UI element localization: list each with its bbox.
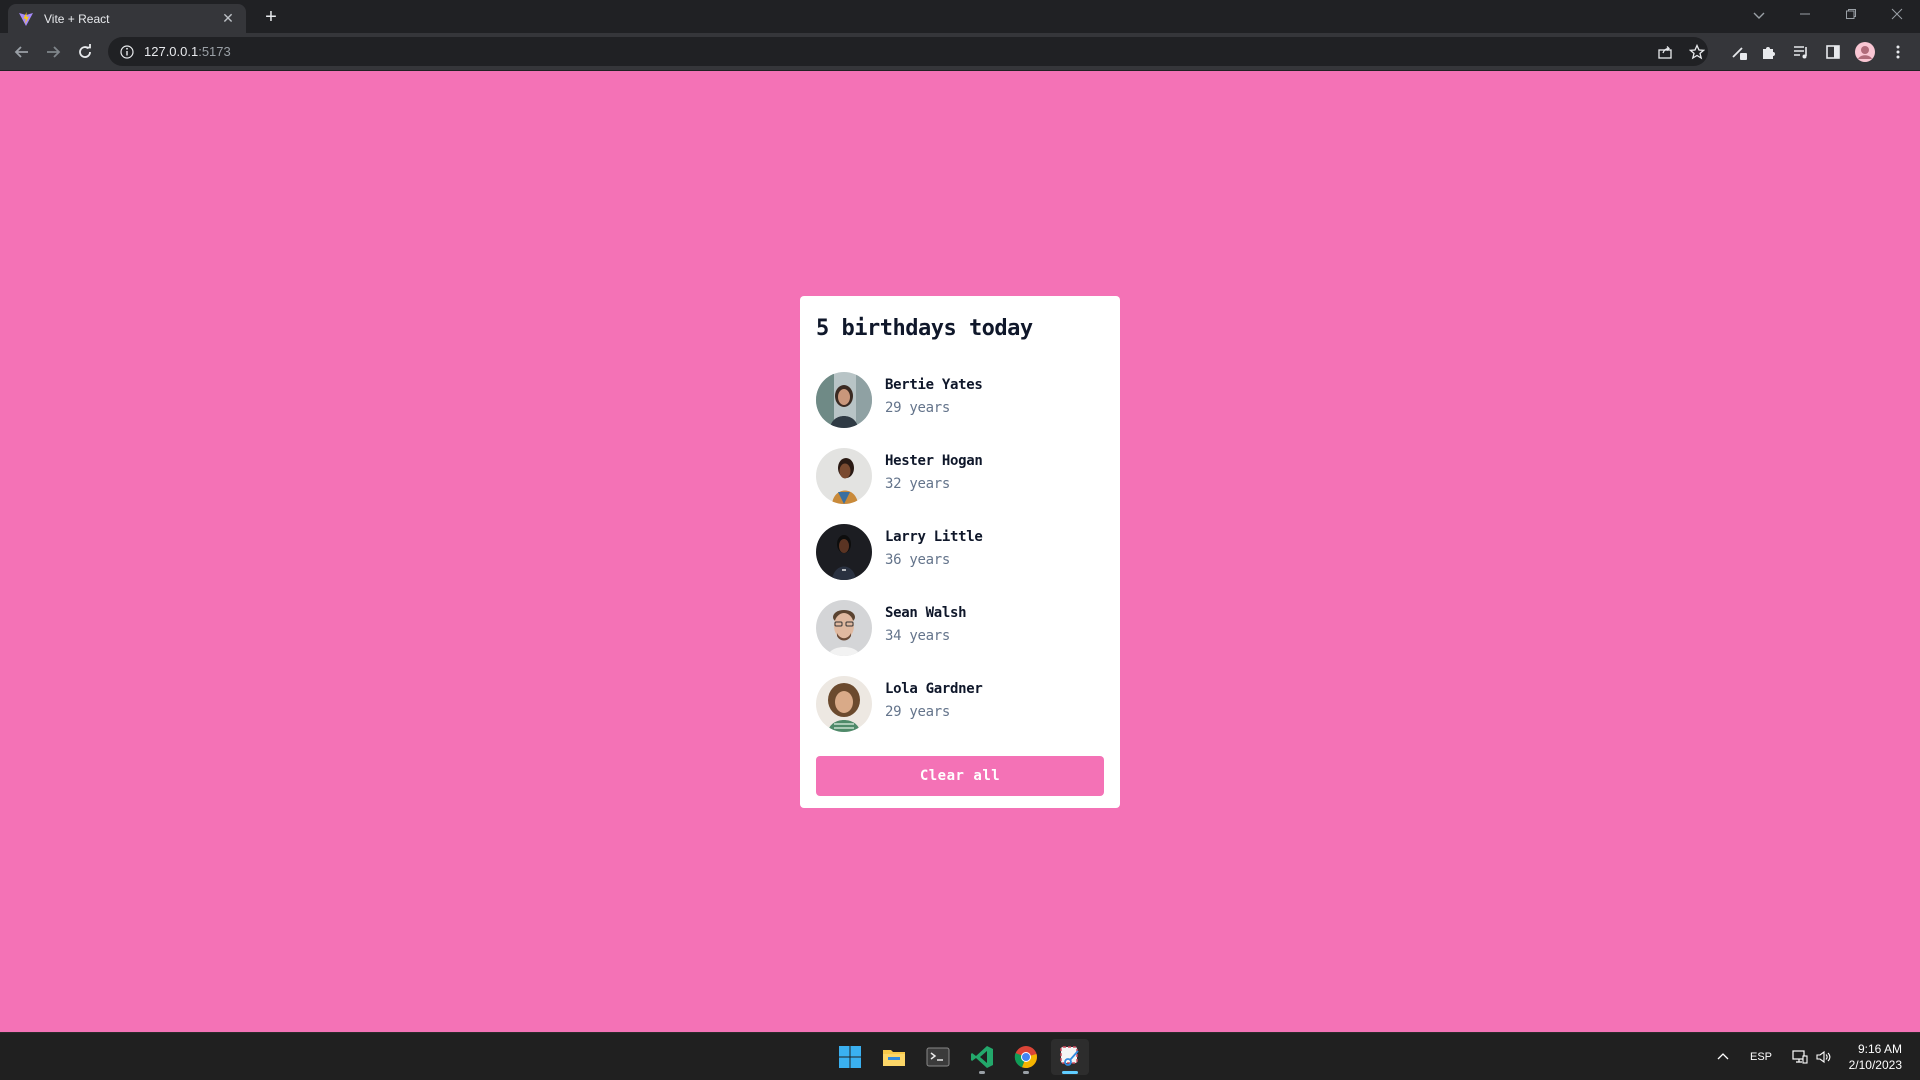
- tab-close-icon[interactable]: ✕: [220, 10, 236, 27]
- person-name: Lola Gardner: [885, 680, 983, 697]
- side-panel-button[interactable]: [1821, 40, 1845, 64]
- running-indicator: [1023, 1071, 1029, 1074]
- puzzle-icon: [1763, 47, 1775, 59]
- extension-button[interactable]: [1727, 40, 1751, 64]
- avatar: [816, 448, 872, 504]
- media-queue-icon: [1794, 46, 1807, 59]
- restore-icon: [1846, 9, 1856, 19]
- profile-button[interactable]: [1853, 40, 1877, 64]
- volume-icon[interactable]: [1816, 1050, 1832, 1064]
- running-indicator: [979, 1071, 985, 1074]
- address-bar[interactable]: 127.0.0.1:5173: [108, 37, 1708, 66]
- snipping-tool-icon: [1060, 1046, 1079, 1066]
- close-icon: [1891, 8, 1903, 20]
- browser-menu-button[interactable]: [1886, 40, 1910, 64]
- profile-avatar-icon: [1855, 42, 1875, 62]
- close-window-button[interactable]: [1874, 0, 1920, 28]
- person-item: Hester Hogan 32 years: [816, 438, 1104, 514]
- person-name: Hester Hogan: [885, 452, 983, 469]
- clock-time: 9:16 AM: [1857, 1042, 1902, 1056]
- person-info: Sean Walsh 34 years: [885, 605, 967, 644]
- share-icon: [1658, 46, 1672, 59]
- person-age: 29 years: [885, 399, 951, 416]
- person-info: Lola Gardner 29 years: [885, 681, 983, 720]
- taskbar-vscode[interactable]: [963, 1039, 1001, 1075]
- reload-icon: [79, 44, 91, 58]
- vite-icon: [19, 11, 33, 26]
- share-button[interactable]: [1653, 40, 1677, 64]
- vscode-icon: [971, 1046, 993, 1068]
- minimize-button[interactable]: [1782, 0, 1828, 28]
- person-age: 29 years: [885, 703, 951, 720]
- back-arrow-icon: [14, 46, 28, 58]
- extensions-button[interactable]: [1757, 40, 1781, 64]
- person-item: Lola Gardner 29 years: [816, 666, 1104, 742]
- avatar: [816, 372, 872, 428]
- site-info-icon[interactable]: [120, 44, 134, 59]
- avatar: [816, 524, 872, 580]
- kebab-menu-icon: [1896, 45, 1900, 59]
- star-icon: [1689, 44, 1705, 60]
- browser-toolbar: 127.0.0.1:5173: [0, 33, 1920, 71]
- minimize-icon: [1800, 13, 1810, 15]
- tab-search-icon[interactable]: [1748, 4, 1770, 26]
- birthday-list: Bertie Yates 29 years Hester Hogan 32 ye…: [816, 362, 1104, 742]
- person-name: Larry Little: [885, 528, 983, 545]
- person-item: Bertie Yates 29 years: [816, 362, 1104, 438]
- tab-title: Vite + React: [44, 11, 110, 26]
- windows-logo-icon: [839, 1046, 861, 1068]
- person-age: 34 years: [885, 627, 951, 644]
- new-tab-button[interactable]: +: [260, 6, 282, 28]
- system-tray: ESP: [1716, 1033, 1832, 1080]
- person-name: Sean Walsh: [885, 604, 967, 621]
- forward-arrow-icon: [47, 46, 61, 58]
- taskbar: ESP 9:16 AM 2/10/2023: [0, 1032, 1920, 1080]
- url-text: 127.0.0.1:5173: [144, 44, 231, 59]
- clock[interactable]: 9:16 AM 2/10/2023: [1849, 1041, 1902, 1073]
- start-button[interactable]: [831, 1039, 869, 1075]
- clear-all-button[interactable]: Clear all: [816, 756, 1104, 796]
- chevron-up-icon[interactable]: [1716, 1050, 1730, 1064]
- taskbar-snipping-tool[interactable]: [1051, 1039, 1089, 1075]
- bookmark-button[interactable]: [1685, 40, 1709, 64]
- person-info: Bertie Yates 29 years: [885, 377, 983, 416]
- back-button[interactable]: [10, 40, 34, 64]
- media-button[interactable]: [1789, 40, 1813, 64]
- active-indicator: [1062, 1071, 1078, 1074]
- avatar: [816, 676, 872, 732]
- browser-tab-bar: Vite + React ✕ +: [0, 0, 1920, 33]
- terminal-icon: [926, 1047, 950, 1067]
- taskbar-file-explorer[interactable]: [875, 1039, 913, 1075]
- url-host: 127.0.0.1: [144, 44, 199, 59]
- person-item: Larry Little 36 years: [816, 514, 1104, 590]
- person-item: Sean Walsh 34 years: [816, 590, 1104, 666]
- person-age: 32 years: [885, 475, 951, 492]
- reload-button[interactable]: [73, 40, 97, 64]
- avatar: [816, 600, 872, 656]
- network-icon[interactable]: [1792, 1050, 1808, 1064]
- side-panel-icon: [1826, 45, 1840, 59]
- restore-button[interactable]: [1828, 0, 1874, 28]
- person-age: 36 years: [885, 551, 951, 568]
- language-indicator[interactable]: ESP: [1750, 1051, 1772, 1063]
- pen-extension-icon: [1732, 47, 1747, 60]
- taskbar-chrome[interactable]: [1007, 1039, 1045, 1075]
- url-port: :5173: [198, 44, 231, 59]
- person-info: Larry Little 36 years: [885, 529, 983, 568]
- page-title: 5 birthdays today: [816, 316, 1033, 341]
- clock-date: 2/10/2023: [1848, 1058, 1902, 1072]
- person-info: Hester Hogan 32 years: [885, 453, 983, 492]
- taskbar-terminal[interactable]: [919, 1039, 957, 1075]
- person-name: Bertie Yates: [885, 376, 983, 393]
- browser-tab[interactable]: Vite + React ✕: [8, 4, 246, 33]
- chrome-icon: [1014, 1046, 1037, 1069]
- forward-button[interactable]: [41, 40, 65, 64]
- folder-icon: [883, 1050, 905, 1066]
- birthday-card: 5 birthdays today Bertie Yates 29 years: [800, 296, 1120, 808]
